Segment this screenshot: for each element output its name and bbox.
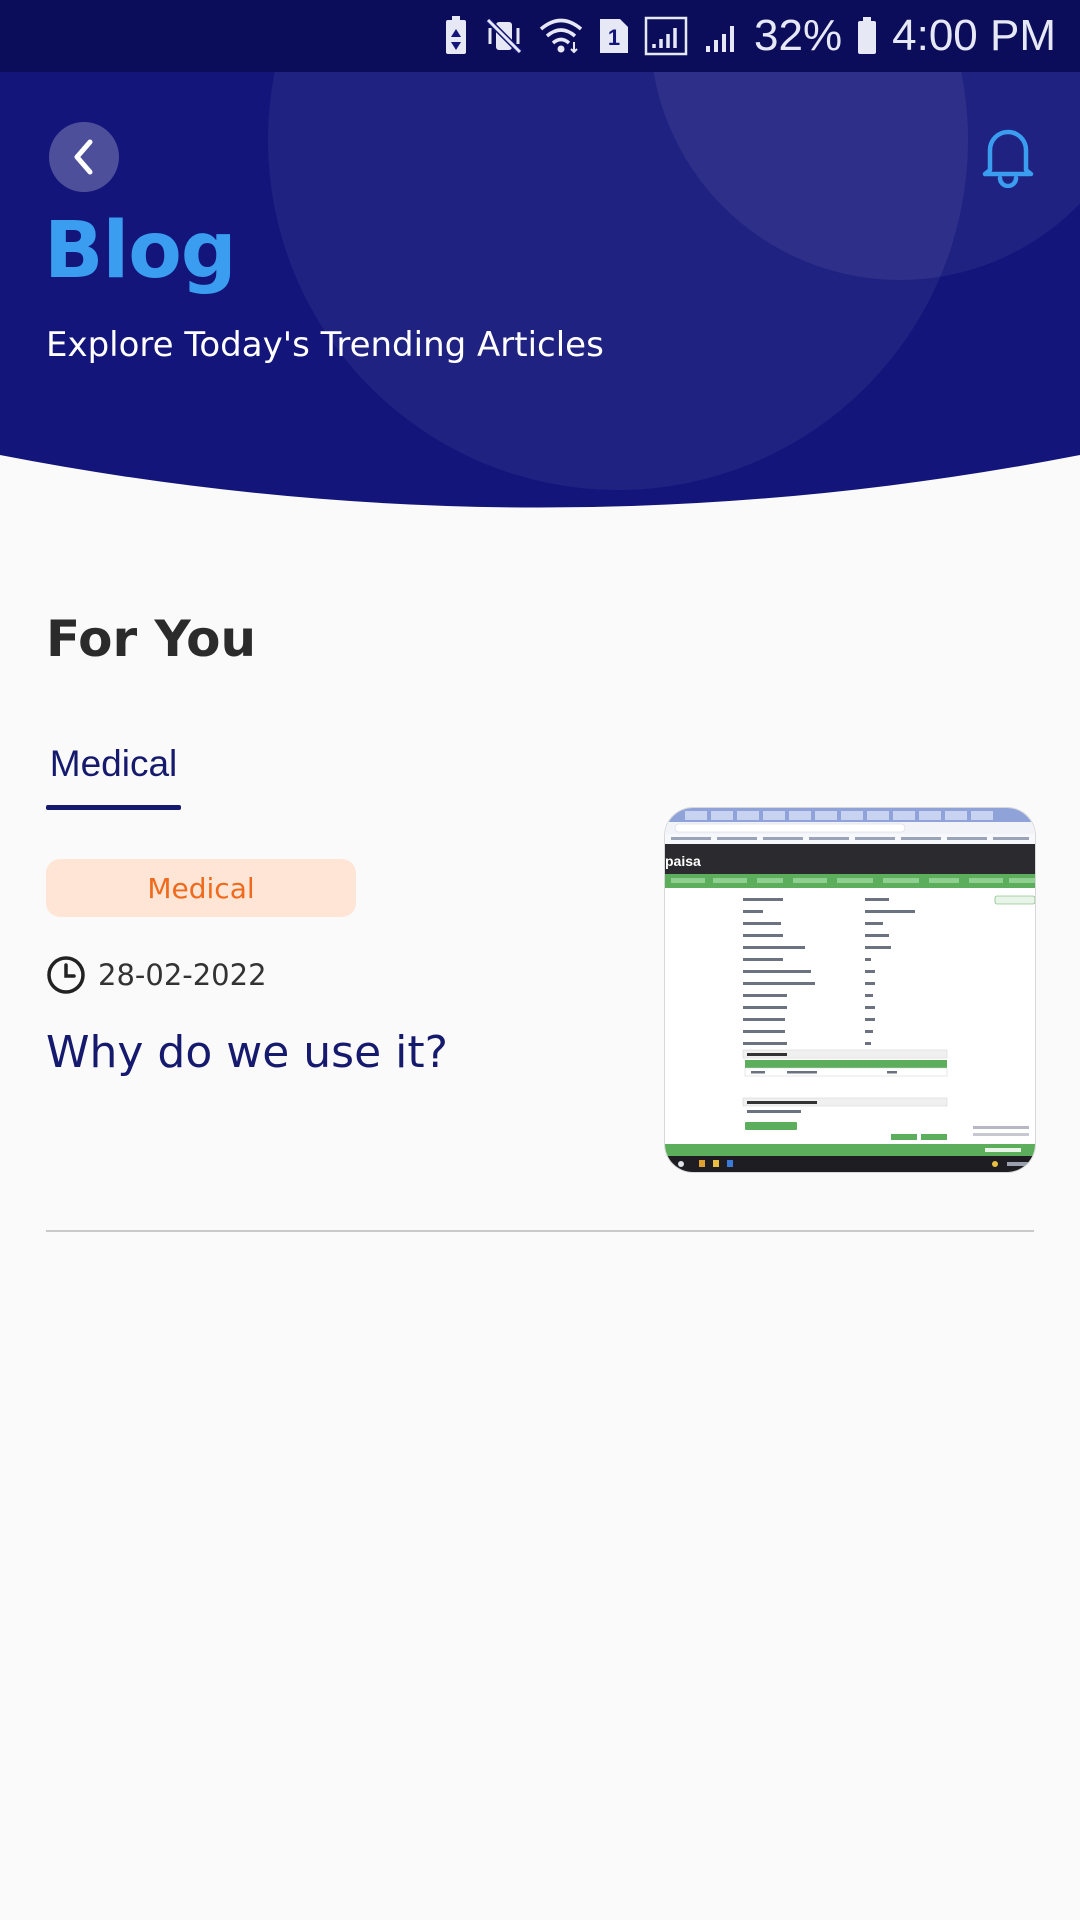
page-title: Blog	[44, 206, 237, 296]
battery-percent: 32%	[754, 11, 843, 60]
notification-button[interactable]	[972, 120, 1044, 192]
signal-1-icon	[644, 16, 688, 56]
battery-icon	[856, 16, 878, 56]
section-title: For You	[46, 610, 257, 668]
article-title[interactable]: Why do we use it?	[46, 1018, 448, 1088]
back-chevron-icon	[74, 139, 93, 175]
screenshot-thumbnail: paisa	[665, 808, 1035, 1172]
vibrate-mute-icon	[484, 16, 524, 56]
article-card[interactable]: Medical 28-02-2022 Why do we use it? pai…	[46, 808, 1035, 1232]
svg-text:paisa: paisa	[665, 853, 701, 869]
article-date: 28-02-2022	[98, 958, 267, 992]
tab-label: Medical	[49, 743, 178, 784]
status-time: 4:00 PM	[892, 11, 1056, 60]
battery-saver-icon	[442, 16, 470, 56]
category-chip: Medical	[46, 859, 356, 917]
signal-2-icon	[702, 16, 740, 56]
wifi-icon	[538, 16, 584, 56]
clock-icon	[47, 956, 85, 994]
sim-1-icon: 1	[598, 17, 630, 55]
blog-header: 1 32% 4:00 PM Blog Explore Today's Trend…	[0, 0, 1080, 520]
back-button[interactable]	[49, 122, 119, 192]
status-bar: 1 32% 4:00 PM	[0, 0, 1080, 72]
svg-text:1: 1	[608, 25, 620, 50]
tab-medical[interactable]: Medical	[46, 736, 181, 810]
page-subtitle: Explore Today's Trending Articles	[46, 325, 604, 365]
date-row: 28-02-2022	[46, 953, 267, 997]
divider	[46, 1230, 1034, 1232]
article-thumbnail[interactable]: paisa	[665, 808, 1035, 1172]
bell-icon	[982, 129, 1034, 188]
